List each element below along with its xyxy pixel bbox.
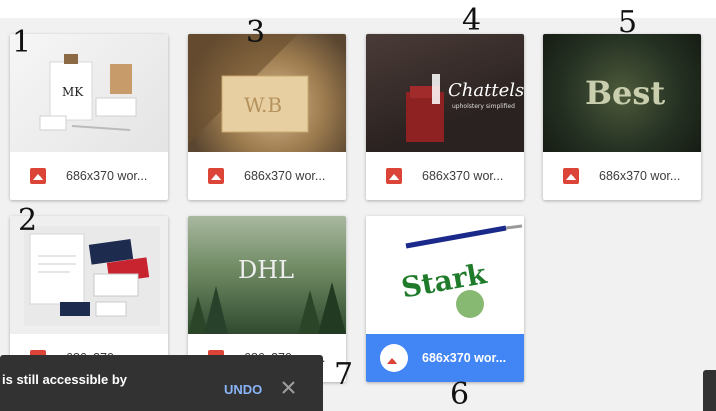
- file-card-footer: 686x370 wor...: [366, 334, 524, 382]
- thumbnail-stationery-mockup: MK: [10, 34, 168, 152]
- annotation-number: 7: [334, 357, 354, 392]
- close-icon-svg: [282, 381, 295, 394]
- stationery-mockup-image: MK: [39, 54, 137, 131]
- image-file-icon: [386, 168, 402, 184]
- annotation-number: 4: [462, 3, 482, 38]
- snackbar: is still accessible by UNDO: [0, 355, 323, 411]
- file-card-footer: 686x370 wor...: [543, 152, 701, 200]
- annotation-number: 5: [618, 5, 638, 40]
- thumb-logo-text: W.B: [244, 93, 282, 117]
- image-file-icon: [380, 344, 408, 372]
- thumb-logo-text: Best: [585, 74, 665, 112]
- thumb-logo-text: Chattels: [448, 80, 524, 101]
- file-card-4[interactable]: Chattels upholstery simplified 686x370 w…: [366, 34, 524, 200]
- image-file-icon: [563, 168, 579, 184]
- file-name: 686x370 wor...: [599, 169, 681, 183]
- file-name: 686x370 wor...: [66, 169, 148, 183]
- annotation-number: 3: [246, 15, 266, 50]
- annotation-number: 2: [18, 203, 38, 238]
- top-header-strip: [0, 0, 716, 18]
- thumbnail-best: Best: [543, 34, 701, 152]
- thumbnail-forest-logo: DHL: [188, 216, 346, 334]
- gold-card-image: W.B: [188, 34, 309, 144]
- forest-logo-image: DHL: [188, 256, 346, 334]
- file-card-footer: 686x370 wor...: [188, 152, 346, 200]
- thumbnail-stark: Stark: [366, 216, 524, 334]
- file-name: 686x370 wor...: [244, 169, 326, 183]
- close-icon[interactable]: [279, 378, 299, 398]
- file-card-footer: 686x370 wor...: [10, 152, 168, 200]
- undo-button[interactable]: UNDO: [224, 382, 262, 397]
- annotation-number: 1: [12, 25, 32, 60]
- thumbnail-chattels: Chattels upholstery simplified: [366, 34, 524, 152]
- file-card-7-selected[interactable]: Stark 686x370 wor...: [366, 216, 524, 382]
- file-name: 686x370 wor...: [422, 351, 507, 365]
- file-name: 686x370 wor...: [422, 169, 504, 183]
- thumb-subtitle-text: upholstery simplified: [452, 103, 515, 110]
- image-file-icon: [30, 168, 46, 184]
- file-card-1[interactable]: MK 686x370 wor...: [10, 34, 168, 200]
- chattels-image: Chattels upholstery simplified: [406, 74, 524, 142]
- thumbnail-gold-card: W.B: [188, 34, 346, 152]
- thumb-logo-text: DHL: [238, 256, 294, 284]
- corner-panel-button[interactable]: [703, 370, 716, 411]
- file-card-5[interactable]: Best 686x370 wor...: [543, 34, 701, 200]
- best-image: Best: [585, 74, 665, 112]
- annotation-number: 6: [450, 377, 470, 411]
- file-card-3[interactable]: W.B 686x370 wor...: [188, 34, 346, 200]
- file-card-footer: 686x370 wor...: [366, 152, 524, 200]
- snackbar-message: is still accessible by: [2, 372, 128, 387]
- thumb-logo-text: MK: [62, 85, 84, 99]
- stark-image: Stark: [399, 224, 523, 318]
- image-file-icon: [208, 168, 224, 184]
